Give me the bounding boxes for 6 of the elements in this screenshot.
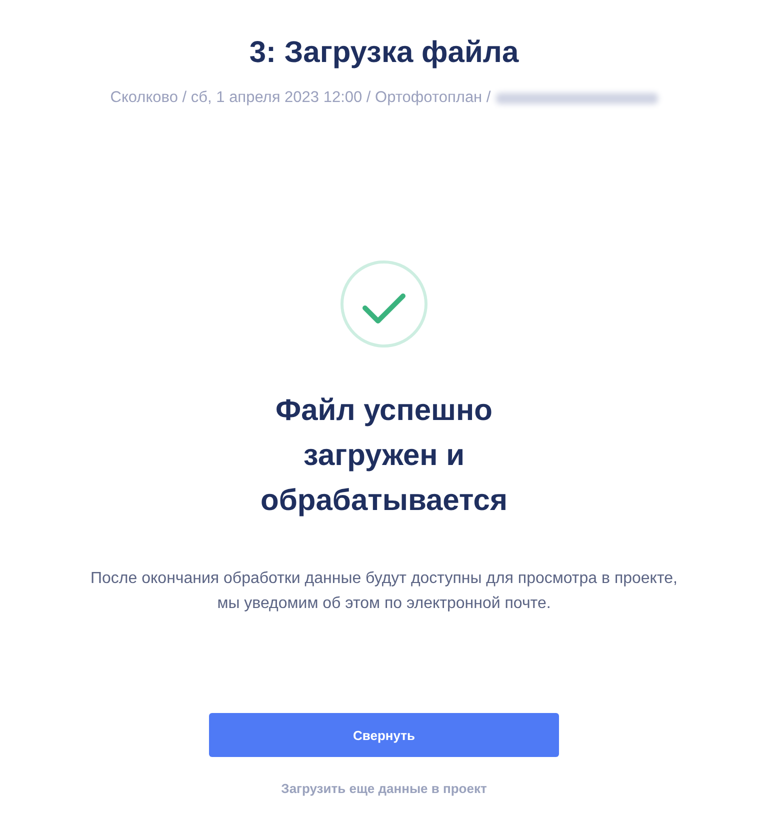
status-heading: Файл успешно загружен и обрабатывается [260, 393, 508, 519]
breadcrumb: Сколково / сб, 1 апреля 2023 12:00 / Ортофотоплан / [110, 88, 491, 108]
collapse-button[interactable]: Свернуть [209, 713, 559, 757]
page-title: 3: Загрузка файла [249, 35, 519, 71]
status-message: После окончания обработки данные будут доступны для просмотра в проекте, мы уведомим об этом по электронной почте. [90, 569, 678, 614]
upload-more-link[interactable]: Загрузить еще данные в проект [281, 780, 487, 798]
